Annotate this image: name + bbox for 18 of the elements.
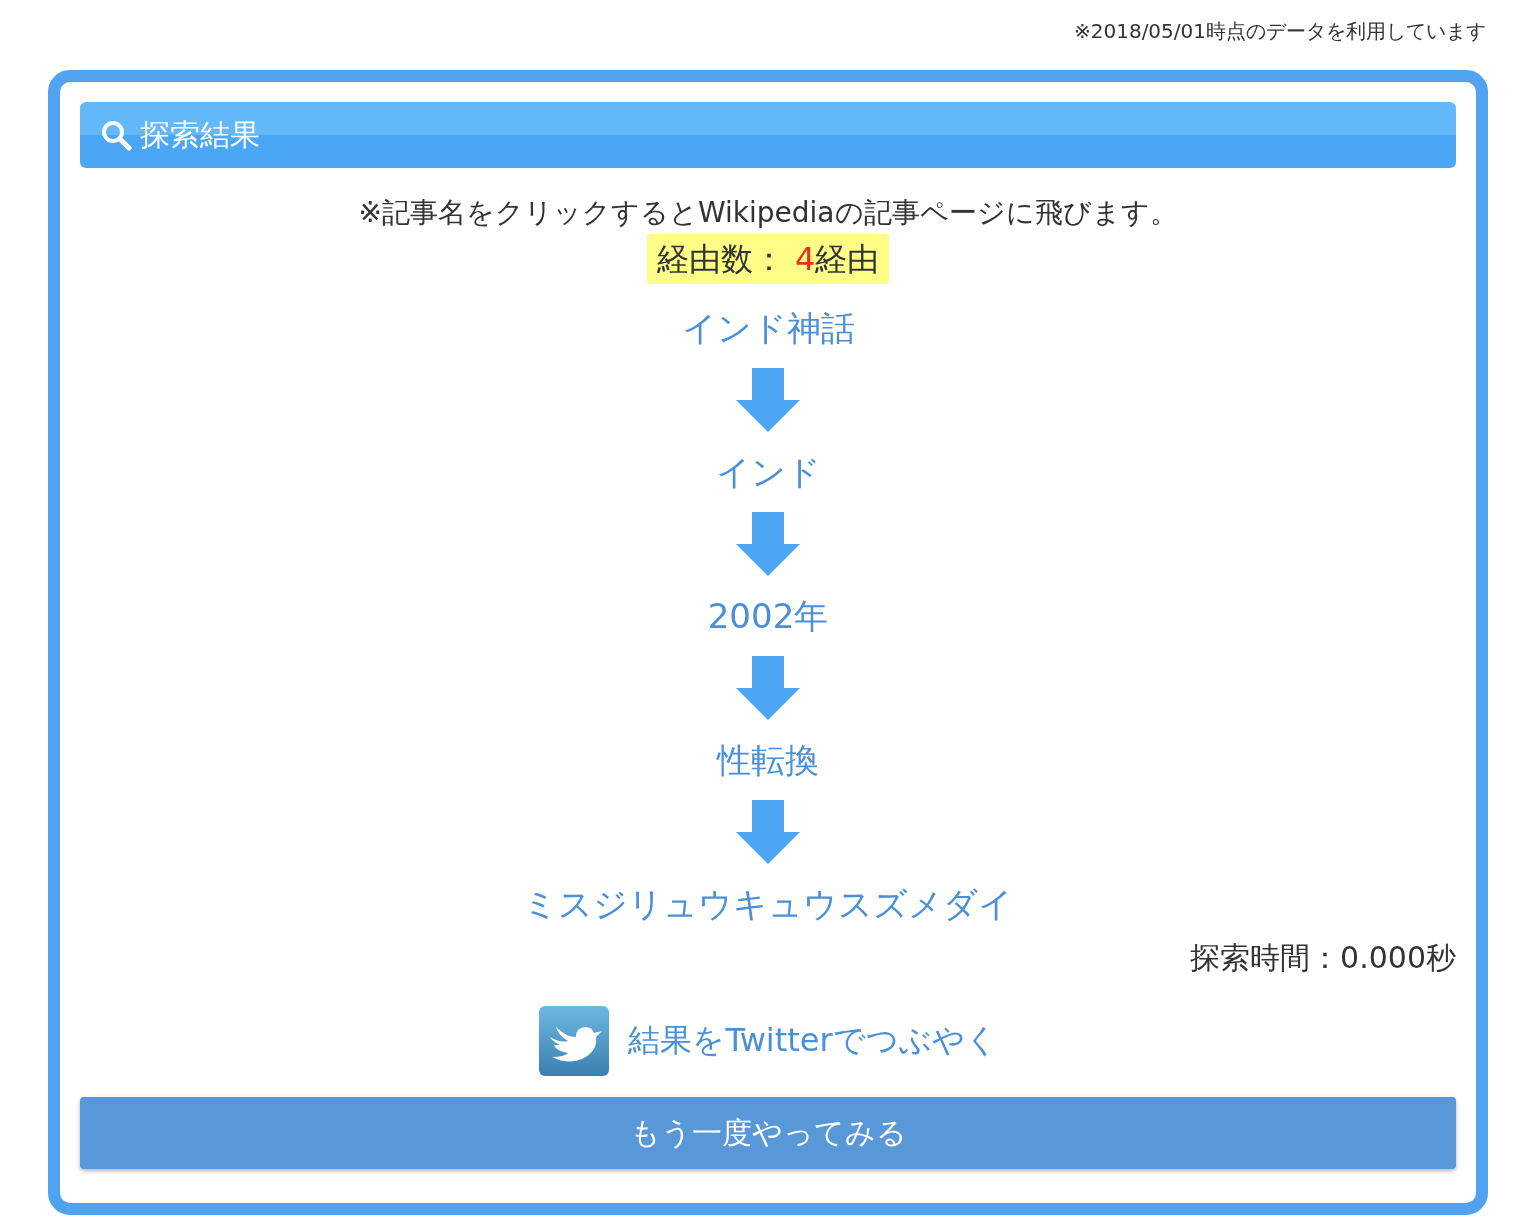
down-arrow-icon xyxy=(736,512,800,576)
article-link[interactable]: 性転換 xyxy=(717,740,819,780)
instruction-text: ※記事名をクリックするとWikipediaの記事ページに飛びます。 xyxy=(358,196,1178,230)
article-link[interactable]: インド神話 xyxy=(681,308,855,348)
down-arrow-icon xyxy=(736,368,800,432)
article-link[interactable]: 2002年 xyxy=(707,596,829,636)
data-date-note: ※2018/05/01時点のデータを利用しています xyxy=(1072,18,1487,45)
search-icon xyxy=(100,119,132,151)
hop-count: 経由数： 4経由 xyxy=(646,234,890,284)
header-title: 探索結果 xyxy=(140,115,260,154)
search-time: 探索時間：0.000秒 xyxy=(1190,939,1456,977)
bird-icon[interactable] xyxy=(538,1005,611,1077)
share-link[interactable]: 結果をTwitterでつぶやく xyxy=(628,1019,998,1063)
article-link[interactable]: ミスジリュウキュウスズメダイ xyxy=(523,884,1013,924)
article-link[interactable]: インド xyxy=(715,452,821,492)
down-arrow-icon xyxy=(736,656,800,720)
retry-button[interactable]: もう一度やってみる xyxy=(80,1097,1456,1169)
down-arrow-icon xyxy=(736,800,800,864)
